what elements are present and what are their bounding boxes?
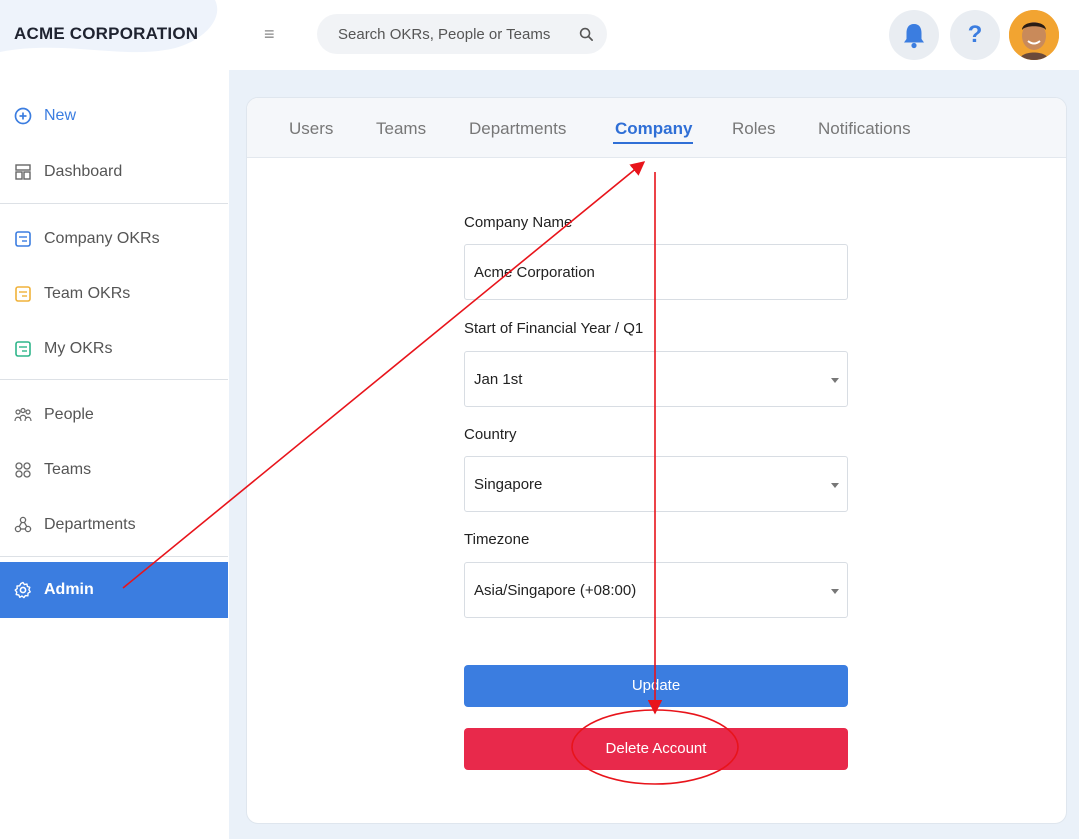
sidebar-item-my-okrs[interactable]: My OKRs bbox=[0, 321, 228, 377]
sidebar-item-label: Teams bbox=[44, 461, 92, 478]
chevron-down-icon bbox=[831, 483, 839, 488]
sidebar-item-company-okrs[interactable]: Company OKRs bbox=[0, 211, 228, 267]
country-value: Singapore bbox=[474, 476, 543, 493]
departments-icon bbox=[14, 516, 32, 533]
avatar[interactable] bbox=[1009, 10, 1059, 60]
teams-icon bbox=[15, 462, 31, 478]
financial-year-select[interactable]: Jan 1st bbox=[464, 351, 848, 407]
timezone-select[interactable]: Asia/Singapore (+08:00) bbox=[464, 562, 848, 618]
chevron-down-icon bbox=[831, 589, 839, 594]
tab-company[interactable]: Company bbox=[615, 119, 692, 139]
company-okr-icon bbox=[15, 231, 31, 247]
tab-users[interactable]: Users bbox=[289, 119, 333, 139]
sidebar-item-people[interactable]: People bbox=[0, 387, 228, 443]
sidebar-item-departments[interactable]: Departments bbox=[0, 497, 228, 553]
help-button[interactable]: ? bbox=[950, 10, 1000, 60]
sidebar-item-label: Admin bbox=[44, 581, 94, 598]
delete-account-button[interactable]: Delete Account bbox=[464, 728, 848, 770]
country-label: Country bbox=[464, 426, 517, 443]
search-icon[interactable] bbox=[579, 27, 594, 42]
sidebar-item-teams[interactable]: Teams bbox=[0, 442, 228, 498]
financial-year-label: Start of Financial Year / Q1 bbox=[464, 320, 644, 337]
company-name-field[interactable]: Acme Corporation bbox=[464, 244, 848, 300]
sidebar-item-team-okrs[interactable]: Team OKRs bbox=[0, 266, 228, 322]
sidebar: New Dashboard Company OKRs Team OKRs My … bbox=[0, 70, 228, 839]
sidebar-divider bbox=[0, 203, 228, 204]
hamburger-menu-icon[interactable]: ≡ bbox=[264, 24, 275, 44]
team-okr-icon bbox=[15, 286, 31, 302]
plus-circle-icon bbox=[14, 107, 32, 125]
sidebar-item-dashboard[interactable]: Dashboard bbox=[0, 144, 228, 200]
sidebar-item-new[interactable]: New bbox=[0, 88, 228, 144]
user-avatar-image bbox=[1009, 10, 1059, 60]
brand-name: ACME CORPORATION bbox=[14, 24, 199, 43]
admin-card: Users Teams Departments Company Roles No… bbox=[246, 97, 1067, 824]
timezone-label: Timezone bbox=[464, 531, 530, 548]
people-icon bbox=[14, 407, 32, 422]
notifications-button[interactable] bbox=[889, 10, 939, 60]
question-mark-icon: ? bbox=[967, 21, 983, 48]
sidebar-divider bbox=[0, 379, 228, 380]
tab-bar: Users Teams Departments Company Roles No… bbox=[247, 98, 1066, 158]
timezone-value: Asia/Singapore (+08:00) bbox=[474, 582, 637, 599]
tab-roles[interactable]: Roles bbox=[732, 119, 775, 139]
country-select[interactable]: Singapore bbox=[464, 456, 848, 512]
search-input[interactable]: Search OKRs, People or Teams bbox=[317, 14, 607, 54]
financial-year-value: Jan 1st bbox=[474, 371, 523, 388]
sidebar-item-label: People bbox=[44, 406, 94, 423]
tab-teams[interactable]: Teams bbox=[376, 119, 426, 139]
bell-icon bbox=[904, 24, 924, 49]
sidebar-item-label: Dashboard bbox=[44, 163, 123, 180]
company-name-value: Acme Corporation bbox=[474, 264, 595, 281]
search-placeholder: Search OKRs, People or Teams bbox=[338, 26, 551, 43]
update-button[interactable]: Update bbox=[464, 665, 848, 707]
tab-departments[interactable]: Departments bbox=[469, 119, 566, 139]
sidebar-item-admin[interactable]: Admin bbox=[0, 562, 228, 618]
active-tab-indicator bbox=[613, 142, 693, 144]
tab-notifications[interactable]: Notifications bbox=[818, 119, 911, 139]
top-bar: ACME CORPORATION ≡ Search OKRs, People o… bbox=[0, 0, 1079, 70]
sidebar-item-label: Team OKRs bbox=[44, 285, 131, 302]
company-name-label: Company Name bbox=[464, 214, 573, 231]
chevron-down-icon bbox=[831, 378, 839, 383]
gear-icon bbox=[14, 581, 31, 599]
sidebar-item-label: My OKRs bbox=[44, 340, 113, 357]
sidebar-item-label: Departments bbox=[44, 516, 136, 533]
my-okr-icon bbox=[15, 341, 31, 357]
dashboard-icon bbox=[15, 164, 31, 180]
sidebar-item-label: New bbox=[44, 107, 77, 124]
sidebar-divider bbox=[0, 556, 228, 557]
sidebar-item-label: Company OKRs bbox=[44, 230, 160, 247]
